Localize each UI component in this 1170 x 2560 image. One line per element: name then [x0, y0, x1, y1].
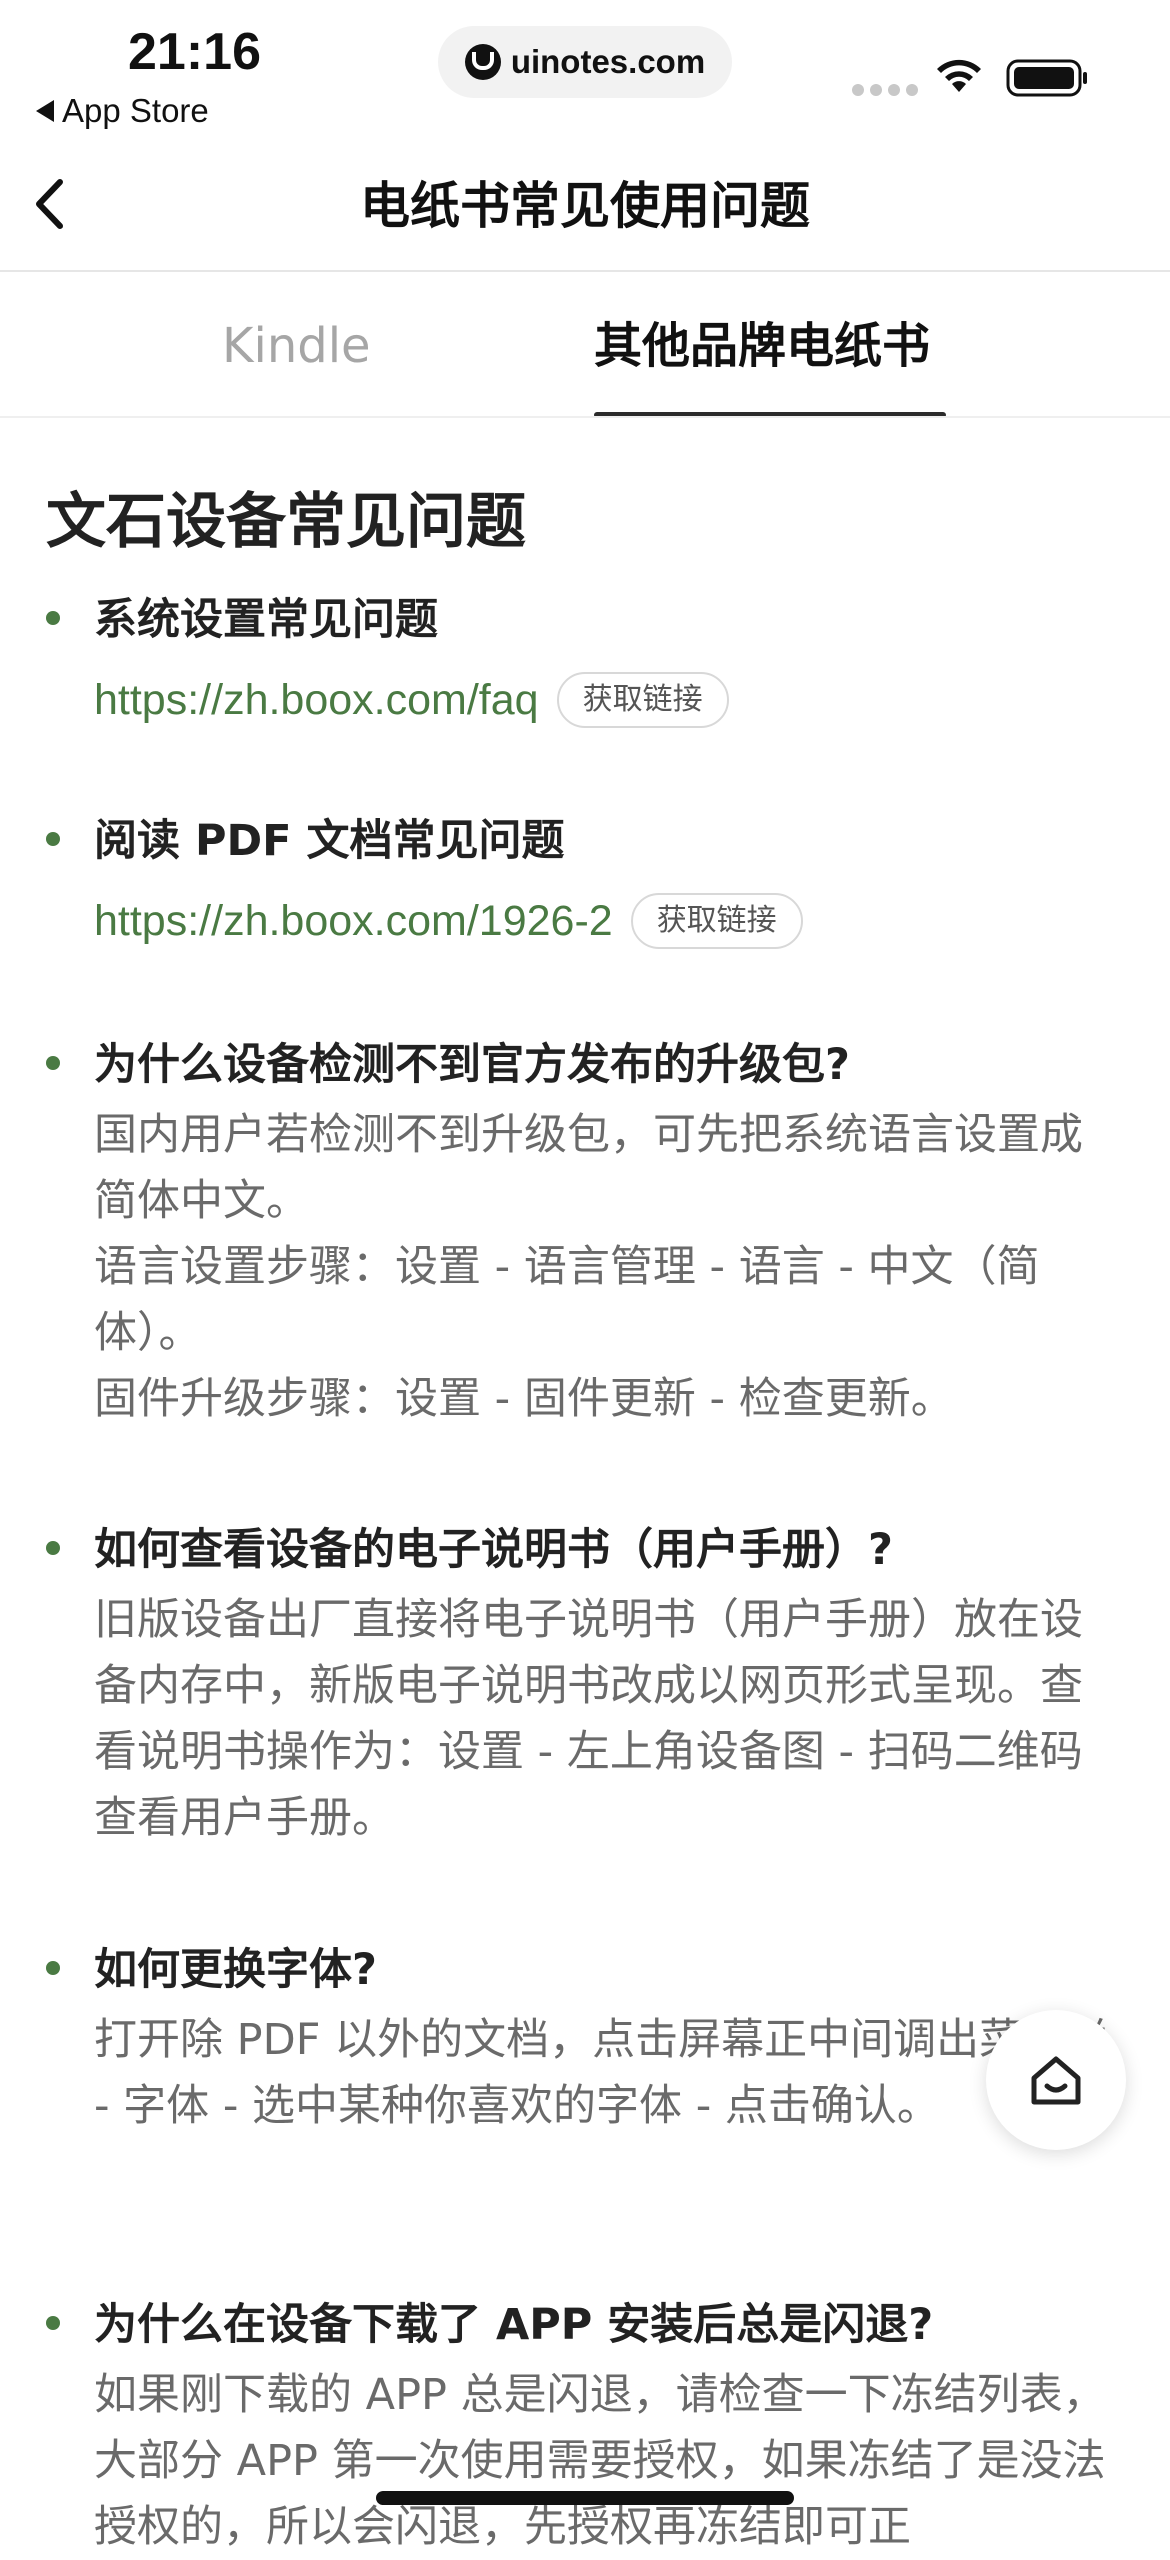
- faq-answer: 如果刚下载的 APP 总是闪退，请检查一下冻结列表，大部分 APP 第一次使用需…: [94, 2370, 1106, 2552]
- cellular-signal-icon: [852, 84, 918, 96]
- tab-other-brands[interactable]: 其他品牌电纸书: [594, 312, 930, 380]
- home-icon: [1031, 2056, 1081, 2105]
- faq-item: 如何更换字体? 打开除 PDF 以外的文档，点击屏幕正中间调出菜单栏 - 字体 …: [46, 1939, 1114, 2139]
- faq-question: 为什么在设备下载了 APP 安装后总是闪退?: [94, 2300, 934, 2350]
- faq-answer: 打开除 PDF 以外的文档，点击屏幕正中间调出菜单栏 - 字体 - 选中某种你喜…: [94, 2015, 1109, 2131]
- bullet-dot: [46, 832, 60, 846]
- tab-kindle[interactable]: Kindle: [222, 312, 371, 380]
- link-row: https://zh.boox.com/faq 获取链接: [94, 667, 1114, 733]
- faq-answer: 旧版设备出厂直接将电子说明书（用户手册）放在设备内存中，新版电子说明书改成以网页…: [94, 1595, 1083, 1843]
- faq-question: 系统设置常见问题: [94, 595, 438, 645]
- home-button[interactable]: [986, 2010, 1126, 2150]
- back-app-label: App Store: [62, 92, 209, 129]
- faq-answer: 语言设置步骤：设置 - 语言管理 - 语言 - 中文（简体）。: [94, 1242, 1040, 1358]
- faq-question: 为什么设备检测不到官方发布的升级包?: [94, 1040, 850, 1090]
- status-bar: 21:16 App Store uinotes.com: [0, 0, 1170, 160]
- bullet-dot: [46, 1056, 60, 1070]
- back-triangle-icon: [36, 100, 54, 122]
- site-logo-icon: [464, 44, 501, 80]
- battery-icon: [1006, 59, 1087, 97]
- faq-question: 如何更换字体?: [94, 1945, 377, 1995]
- page-title: 电纸书常见使用问题: [360, 177, 810, 235]
- get-link-button[interactable]: 获取链接: [556, 672, 729, 728]
- faq-question: 如何查看设备的电子说明书（用户手册）?: [94, 1525, 893, 1575]
- url-text: uinotes.com: [510, 43, 706, 80]
- status-time: 21:16: [128, 23, 261, 81]
- nav-divider: [0, 270, 1170, 272]
- faq-item: 为什么在设备下载了 APP 安装后总是闪退? 如果刚下载的 APP 总是闪退，请…: [46, 2294, 1114, 2560]
- bullet-dot: [46, 1961, 60, 1975]
- bullet-dot: [46, 1541, 60, 1555]
- bullet-dot: [46, 2316, 60, 2330]
- faq-question: 阅读 PDF 文档常见问题: [94, 816, 565, 866]
- faq-answer: 固件升级步骤：设置 - 固件更新 - 检查更新。: [94, 1374, 954, 1424]
- wifi-icon: [937, 59, 981, 92]
- faq-item: 为什么设备检测不到官方发布的升级包? 国内用户若检测不到升级包，可先把系统语言设…: [46, 1034, 1114, 1432]
- url-pill[interactable]: uinotes.com: [438, 26, 732, 98]
- home-indicator[interactable]: [376, 2491, 794, 2505]
- bullet-dot: [46, 611, 60, 625]
- faq-item: 阅读 PDF 文档常见问题 https://zh.boox.com/1926-2…: [46, 810, 1114, 954]
- faq-item: 系统设置常见问题 https://zh.boox.com/faq 获取链接: [46, 589, 1114, 733]
- back-to-app-store-link[interactable]: App Store: [36, 92, 209, 130]
- faq-item: 如何查看设备的电子说明书（用户手册）? 旧版设备出厂直接将电子说明书（用户手册）…: [46, 1519, 1114, 1851]
- section-title: 文石设备常见问题: [46, 487, 526, 557]
- faq-answer: 国内用户若检测不到升级包，可先把系统语言设置成简体中文。: [94, 1110, 1083, 1226]
- tabs-divider: [0, 416, 1170, 418]
- link-row: https://zh.boox.com/1926-2 获取链接: [94, 888, 1114, 954]
- get-link-button[interactable]: 获取链接: [630, 893, 803, 949]
- faq-link[interactable]: https://zh.boox.com/faq: [94, 667, 539, 733]
- faq-link[interactable]: https://zh.boox.com/1926-2: [94, 888, 613, 954]
